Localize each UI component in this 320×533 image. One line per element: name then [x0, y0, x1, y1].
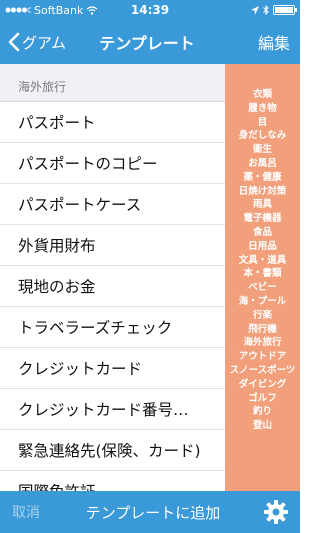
index-item[interactable]: 登山 — [225, 419, 300, 433]
index-item[interactable]: お風呂 — [225, 157, 300, 171]
index-item[interactable]: 文具・道具 — [225, 254, 300, 268]
index-item[interactable]: 衣類 — [225, 88, 300, 102]
index-item[interactable]: 衛生 — [225, 143, 300, 157]
back-button[interactable]: グアム — [0, 32, 90, 53]
add-to-template-button[interactable]: テンプレートに追加 — [54, 502, 252, 523]
list-item[interactable]: 国際免許証 — [0, 471, 225, 491]
bottom-toolbar: 取消 テンプレートに追加 — [0, 491, 300, 533]
bluetooth-icon — [263, 5, 269, 15]
list-item[interactable]: 緊急連絡先(保険、カード) — [0, 430, 225, 471]
template-list[interactable]: 海外旅行 パスポート パスポートのコピー パスポートケース 外貨用財布 現地のお… — [0, 64, 225, 491]
navigation-bar: グアム テンプレート 編集 — [0, 20, 300, 64]
index-item[interactable]: 食品 — [225, 226, 300, 240]
cancel-button[interactable]: 取消 — [0, 502, 60, 522]
index-item[interactable]: 日用品 — [225, 240, 300, 254]
settings-button[interactable] — [252, 499, 300, 525]
gear-icon — [264, 500, 288, 524]
list-item[interactable]: 現地のお金 — [0, 266, 225, 307]
list-item[interactable]: パスポートケース — [0, 184, 225, 225]
index-item[interactable]: 海・プール — [225, 295, 300, 309]
index-item[interactable]: ベビー — [225, 281, 300, 295]
list-item[interactable]: クレジットカード番号… — [0, 389, 225, 430]
back-label: グアム — [22, 33, 66, 52]
status-bar: SoftBank 14:39 — [0, 0, 300, 20]
category-index[interactable]: 衣類 履き物 目 身だしなみ 衛生 お風呂 薬・健康 日焼け対策 雨具 電子機器… — [225, 64, 300, 491]
index-item[interactable]: 薬・健康 — [225, 171, 300, 185]
chevron-left-icon — [8, 32, 20, 52]
wifi-icon — [86, 5, 98, 15]
index-item[interactable]: スノースポーツ — [225, 364, 300, 378]
status-time: 14:39 — [130, 3, 170, 17]
index-item[interactable]: 本・書類 — [225, 267, 300, 281]
index-item[interactable]: アウトドア — [225, 350, 300, 364]
status-right — [185, 5, 297, 15]
index-item[interactable]: 釣り — [225, 405, 300, 419]
index-item[interactable]: ダイビング — [225, 378, 300, 392]
index-item[interactable]: 日焼け対策 — [225, 185, 300, 199]
index-item[interactable]: 電子機器 — [225, 212, 300, 226]
index-item[interactable]: 雨具 — [225, 198, 300, 212]
list-item[interactable]: トラベラーズチェック — [0, 307, 225, 348]
index-item[interactable]: 飛行機 — [225, 323, 300, 337]
list-item[interactable]: 外貨用財布 — [0, 225, 225, 266]
index-item[interactable]: 身だしなみ — [225, 129, 300, 143]
edit-button[interactable]: 編集 — [210, 30, 300, 54]
battery-icon — [273, 5, 297, 15]
list-item[interactable]: パスポート — [0, 102, 225, 143]
index-item[interactable]: 目 — [225, 116, 300, 130]
index-item[interactable]: ゴルフ — [225, 392, 300, 406]
list-item[interactable]: パスポートのコピー — [0, 143, 225, 184]
index-item[interactable]: 海外旅行 — [225, 336, 300, 350]
status-left: SoftBank — [5, 4, 115, 17]
index-item[interactable]: 履き物 — [225, 102, 300, 116]
section-header: 海外旅行 — [0, 64, 225, 102]
battery-fill — [275, 7, 293, 13]
list-item[interactable]: クレジットカード — [0, 348, 225, 389]
index-item[interactable]: 行楽 — [225, 309, 300, 323]
carrier-name: SoftBank — [34, 3, 84, 17]
location-arrow-icon — [251, 5, 259, 15]
signal-bars-icon — [5, 7, 31, 13]
page-title: テンプレート — [99, 34, 195, 53]
